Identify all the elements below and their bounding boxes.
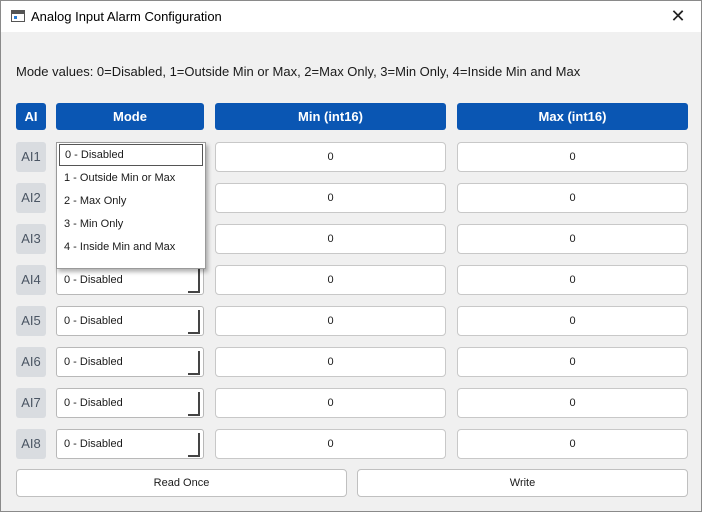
- dropdown-option-4[interactable]: 4 - Inside Min and Max: [57, 236, 205, 258]
- title-bar[interactable]: Analog Input Alarm Configuration ✕: [1, 1, 701, 32]
- mode-value-ai5: 0 - Disabled: [64, 315, 123, 327]
- min-field-ai2[interactable]: 0: [215, 183, 446, 213]
- min-field-ai1[interactable]: 0: [215, 142, 446, 172]
- dropdown-option-2[interactable]: 2 - Max Only: [57, 190, 205, 212]
- mode-combo-ai6[interactable]: 0 - Disabled: [56, 347, 204, 377]
- mode-dropdown-list[interactable]: 0 - Disabled 1 - Outside Min or Max 2 - …: [56, 142, 206, 269]
- mode-combo-ai7[interactable]: 0 - Disabled: [56, 388, 204, 418]
- mode-value-ai4: 0 - Disabled: [64, 274, 123, 286]
- max-field-ai8[interactable]: 0: [457, 429, 688, 459]
- mode-value-ai7: 0 - Disabled: [64, 397, 123, 409]
- write-button[interactable]: Write: [357, 469, 688, 497]
- ai-label-ai5: AI5: [16, 306, 46, 336]
- max-field-ai1[interactable]: 0: [457, 142, 688, 172]
- ai-label-ai4: AI4: [16, 265, 46, 295]
- max-field-ai2[interactable]: 0: [457, 183, 688, 213]
- chevron-down-icon[interactable]: [188, 433, 200, 457]
- mode-combo-ai4[interactable]: 0 - Disabled: [56, 265, 204, 295]
- min-field-ai4[interactable]: 0: [215, 265, 446, 295]
- mode-value-ai6: 0 - Disabled: [64, 356, 123, 368]
- min-field-ai7[interactable]: 0: [215, 388, 446, 418]
- mode-combo-ai5[interactable]: 0 - Disabled: [56, 306, 204, 336]
- max-field-ai4[interactable]: 0: [457, 265, 688, 295]
- dropdown-option-0[interactable]: 0 - Disabled: [59, 144, 203, 166]
- chevron-down-icon[interactable]: [188, 310, 200, 334]
- header-ai: AI: [16, 103, 46, 130]
- ai-label-ai2: AI2: [16, 183, 46, 213]
- min-field-ai5[interactable]: 0: [215, 306, 446, 336]
- close-icon[interactable]: ✕: [655, 1, 701, 32]
- max-field-ai7[interactable]: 0: [457, 388, 688, 418]
- header-max: Max (int16): [457, 103, 688, 130]
- mode-values-info: Mode values: 0=Disabled, 1=Outside Min o…: [16, 64, 581, 79]
- chevron-down-icon[interactable]: [188, 269, 200, 293]
- max-field-ai3[interactable]: 0: [457, 224, 688, 254]
- chevron-down-icon[interactable]: [188, 351, 200, 375]
- mode-combo-ai8[interactable]: 0 - Disabled: [56, 429, 204, 459]
- ai-label-ai1: AI1: [16, 142, 46, 172]
- header-min: Min (int16): [215, 103, 446, 130]
- app-window-icon: [11, 10, 25, 22]
- chevron-down-icon[interactable]: [188, 392, 200, 416]
- dropdown-option-1[interactable]: 1 - Outside Min or Max: [57, 167, 205, 189]
- window-title: Analog Input Alarm Configuration: [31, 9, 222, 24]
- min-field-ai6[interactable]: 0: [215, 347, 446, 377]
- ai-label-ai6: AI6: [16, 347, 46, 377]
- read-once-button[interactable]: Read Once: [16, 469, 347, 497]
- ai-label-ai3: AI3: [16, 224, 46, 254]
- min-field-ai8[interactable]: 0: [215, 429, 446, 459]
- mode-value-ai8: 0 - Disabled: [64, 438, 123, 450]
- ai-label-ai8: AI8: [16, 429, 46, 459]
- max-field-ai5[interactable]: 0: [457, 306, 688, 336]
- max-field-ai6[interactable]: 0: [457, 347, 688, 377]
- config-window: Analog Input Alarm Configuration ✕ Mode …: [0, 0, 702, 512]
- dropdown-option-3[interactable]: 3 - Min Only: [57, 213, 205, 235]
- min-field-ai3[interactable]: 0: [215, 224, 446, 254]
- ai-label-ai7: AI7: [16, 388, 46, 418]
- header-mode: Mode: [56, 103, 204, 130]
